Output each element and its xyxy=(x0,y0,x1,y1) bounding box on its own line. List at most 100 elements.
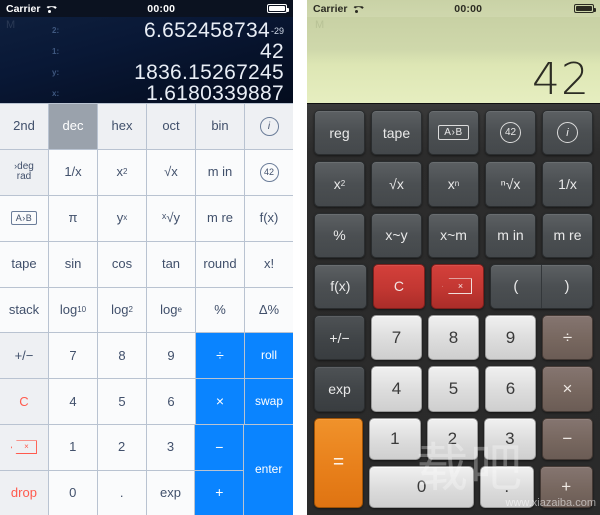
key-6[interactable]: 6 xyxy=(147,379,195,425)
key-decimal-point[interactable]: . xyxy=(480,465,534,508)
key-6[interactable]: 6 xyxy=(485,366,536,412)
left-bottom-block: × 1 2 3 − drop 0 . exp + enter xyxy=(0,425,293,515)
key-memory-recall[interactable]: m re xyxy=(196,195,244,241)
key-decimal-point[interactable]: . xyxy=(97,470,146,515)
key-7[interactable]: 7 xyxy=(49,333,97,379)
key-2[interactable]: 2 xyxy=(97,425,146,470)
key-swap-x-memory[interactable]: x~m xyxy=(428,212,479,258)
key-3[interactable]: 3 xyxy=(484,417,536,460)
key-percent[interactable]: % xyxy=(196,287,244,333)
key-reg[interactable]: reg xyxy=(314,110,365,156)
key-5[interactable]: 5 xyxy=(428,366,479,412)
key-plus-minus[interactable]: +/− xyxy=(0,333,48,379)
key-oct[interactable]: oct xyxy=(147,104,195,149)
key-x-squared[interactable]: x2 xyxy=(98,149,146,195)
key-info[interactable]: i xyxy=(245,104,293,149)
key-0[interactable]: 0 xyxy=(48,470,97,515)
stack-label-2: 2: xyxy=(52,26,60,35)
key-tan[interactable]: tan xyxy=(147,241,195,287)
key-divide[interactable]: ÷ xyxy=(196,333,244,379)
key-function[interactable]: f(x) xyxy=(314,263,367,309)
key-4[interactable]: 4 xyxy=(49,379,97,425)
key-2[interactable]: 2 xyxy=(426,417,479,460)
key-backspace[interactable]: × xyxy=(431,263,484,309)
key-memory-in[interactable]: m in xyxy=(196,149,244,195)
key-percent[interactable]: % xyxy=(314,212,365,258)
key-constant-42[interactable]: 42 xyxy=(485,110,536,156)
key-sin[interactable]: sin xyxy=(49,241,97,287)
key-9[interactable]: 9 xyxy=(147,333,195,379)
key-log10[interactable]: log 10 xyxy=(49,287,97,333)
key-multiply[interactable]: × xyxy=(542,366,593,412)
key-xth-root-y[interactable]: ˣ√y xyxy=(147,195,195,241)
key-clear[interactable]: C xyxy=(0,379,48,425)
key-log2[interactable]: log 2 xyxy=(98,287,146,333)
key-tape[interactable]: tape xyxy=(371,110,422,156)
key-8[interactable]: 8 xyxy=(428,315,479,361)
carrier-label: Carrier xyxy=(313,2,348,15)
key-cos[interactable]: cos xyxy=(98,241,146,287)
key-x-squared[interactable]: x2 xyxy=(314,161,365,207)
key-close-paren[interactable]: ) xyxy=(542,265,592,308)
key-swap-x-y[interactable]: x~y xyxy=(371,212,422,258)
key-minus[interactable]: − xyxy=(195,425,244,470)
key-roll[interactable]: roll xyxy=(245,333,293,379)
key-round[interactable]: round xyxy=(196,241,244,287)
key-plus[interactable]: + xyxy=(195,470,244,515)
key-backspace[interactable]: × xyxy=(0,425,48,470)
key-4[interactable]: 4 xyxy=(371,366,422,412)
key-exp[interactable]: exp xyxy=(146,470,195,515)
key-loge[interactable]: log e xyxy=(147,287,195,333)
key-function[interactable]: f(x) xyxy=(245,195,293,241)
key-delta-percent[interactable]: Δ% xyxy=(245,287,293,333)
key-clear[interactable]: C xyxy=(372,263,426,309)
key-equals[interactable]: = xyxy=(314,417,364,508)
key-x-power-n[interactable]: xn xyxy=(428,161,479,207)
key-reciprocal[interactable]: 1/x xyxy=(49,149,97,195)
key-hex[interactable]: hex xyxy=(98,104,146,149)
key-factorial[interactable]: x! xyxy=(245,241,293,287)
key-info[interactable]: i xyxy=(542,110,593,156)
key-1[interactable]: 1 xyxy=(369,417,421,460)
stack-row-x: x: 1.6180339887 xyxy=(0,82,293,104)
key-2nd[interactable]: 2nd xyxy=(0,104,48,149)
key-dec[interactable]: dec xyxy=(49,104,97,149)
key-exp[interactable]: exp xyxy=(314,366,365,412)
key-0[interactable]: 0 xyxy=(369,465,475,508)
key-divide[interactable]: ÷ xyxy=(542,315,593,361)
key-y-power-x[interactable]: yx xyxy=(98,195,146,241)
left-display[interactable]: M 2: 6.652458734 -29 1: 42 y: 1836.15267… xyxy=(0,17,293,103)
key-bin[interactable]: bin xyxy=(196,104,244,149)
key-sqrt[interactable]: √x xyxy=(371,161,422,207)
key-memory-in[interactable]: m in xyxy=(485,212,536,258)
key-5[interactable]: 5 xyxy=(98,379,146,425)
key-memory-recall[interactable]: m re xyxy=(542,212,593,258)
key-deg-rad-toggle[interactable]: ›deg rad xyxy=(0,149,48,195)
key-open-paren[interactable]: ( xyxy=(491,264,542,308)
key-3[interactable]: 3 xyxy=(146,425,195,470)
key-minus[interactable]: − xyxy=(541,417,594,460)
key-reciprocal[interactable]: 1/x xyxy=(542,161,593,207)
xn-base: x xyxy=(447,175,455,192)
key-pi[interactable]: π xyxy=(49,195,97,241)
key-8[interactable]: 8 xyxy=(98,333,146,379)
key-a-to-b[interactable]: A›B xyxy=(0,195,48,241)
key-plus-minus[interactable]: +/− xyxy=(314,315,365,361)
key-swap[interactable]: swap xyxy=(245,379,293,425)
key-sqrt[interactable]: √x xyxy=(147,149,195,195)
key-1[interactable]: 1 xyxy=(48,425,97,470)
key-a-to-b[interactable]: A›B xyxy=(428,110,479,156)
key-plus[interactable]: + xyxy=(539,465,594,508)
key-7[interactable]: 7 xyxy=(371,315,422,361)
key-drop[interactable]: drop xyxy=(0,470,48,515)
key-stack[interactable]: stack xyxy=(0,287,48,333)
right-display[interactable]: M 42 xyxy=(307,17,600,103)
key-constant-42[interactable]: 42 xyxy=(245,149,293,195)
key-9[interactable]: 9 xyxy=(485,315,536,361)
right-key-row-4: f(x) C × ( ) xyxy=(314,263,593,309)
y-exponent: x xyxy=(123,212,128,222)
key-enter[interactable]: enter xyxy=(244,425,293,515)
key-nth-root[interactable]: ⁿ√x xyxy=(485,161,536,207)
key-tape[interactable]: tape xyxy=(0,241,48,287)
key-multiply[interactable]: × xyxy=(196,379,244,425)
